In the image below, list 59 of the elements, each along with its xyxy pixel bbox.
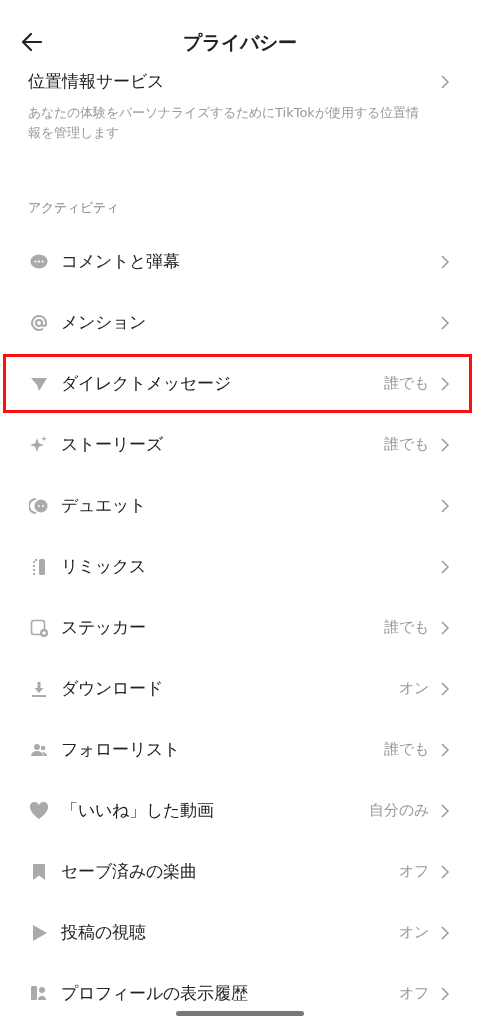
item-label: 位置情報サービス (28, 70, 164, 93)
item-label: ダイレクトメッセージ (61, 372, 232, 395)
chevron-icon (441, 315, 449, 330)
page-title: プライバシー (182, 30, 297, 55)
item-label: ステッカー (61, 616, 147, 639)
item-label: セーブ済みの楽曲 (61, 860, 198, 883)
item-label: ストーリーズ (61, 433, 164, 456)
chevron-icon (441, 559, 449, 574)
settings-row[interactable]: デュエット (0, 475, 479, 536)
item-value: オン (399, 923, 429, 942)
settings-row[interactable]: リミックス (0, 536, 479, 597)
duet-icon (29, 495, 49, 516)
mention-icon (29, 312, 49, 333)
sticker-icon (29, 617, 49, 638)
item-label: 投稿の視聴 (61, 921, 147, 944)
item-value: 誰でも (384, 435, 429, 454)
settings-row[interactable]: 投稿の視聴 オン (0, 902, 479, 963)
item-label: プロフィールの表示履歴 (61, 982, 249, 1005)
settings-row[interactable]: プロフィールの表示履歴 オフ (0, 963, 479, 1024)
chevron-icon (441, 620, 449, 635)
item-value: オフ (399, 862, 429, 881)
chevron-icon (441, 742, 449, 757)
item-label: ダウンロード (61, 677, 164, 700)
chevron-icon (441, 74, 449, 89)
settings-row[interactable]: コメントと弾幕 (0, 231, 479, 292)
chevron-icon (441, 864, 449, 879)
item-label: デュエット (61, 494, 147, 517)
chevron-icon (441, 681, 449, 696)
item-label: メンション (61, 311, 147, 334)
settings-row[interactable]: ステッカー 誰でも (0, 597, 479, 658)
location-services-item[interactable]: 位置情報サービス あなたの体験をパーソナライズするためにTikTokが使用する位置情報を管理します (0, 70, 479, 143)
settings-row[interactable]: ダウンロード オン (0, 658, 479, 719)
item-label: フォローリスト (61, 738, 181, 761)
settings-row[interactable]: 「いいね」した動画 自分のみ (0, 780, 479, 841)
settings-row[interactable]: メンション (0, 292, 479, 353)
item-value: 誰でも (384, 740, 429, 759)
chevron-icon (441, 986, 449, 1001)
chevron-icon (441, 498, 449, 513)
item-value: 誰でも (384, 374, 429, 393)
section-heading: アクティビティ (28, 199, 119, 217)
item-label: 「いいね」した動画 (61, 799, 215, 822)
settings-row[interactable]: セーブ済みの楽曲 オフ (0, 841, 479, 902)
item-label: リミックス (61, 555, 147, 578)
settings-row[interactable]: ストーリーズ 誰でも (0, 414, 479, 475)
chevron-icon (441, 437, 449, 452)
item-value: オフ (399, 984, 429, 1003)
item-description: あなたの体験をパーソナライズするためにTikTokが使用する位置情報を管理します (28, 104, 420, 142)
item-label: コメントと弾幕 (61, 250, 181, 273)
chevron-icon (441, 376, 449, 391)
chevron-icon (441, 803, 449, 818)
item-value: オン (399, 679, 429, 698)
back-icon[interactable] (20, 30, 44, 54)
chevron-icon (441, 254, 449, 269)
chevron-icon (441, 925, 449, 940)
heart-icon (29, 800, 49, 821)
settings-row[interactable]: フォローリスト 誰でも (0, 719, 479, 780)
settings-row[interactable]: ダイレクトメッセージ 誰でも (2, 353, 473, 414)
item-value: 誰でも (384, 618, 429, 637)
item-value: 自分のみ (369, 801, 429, 820)
